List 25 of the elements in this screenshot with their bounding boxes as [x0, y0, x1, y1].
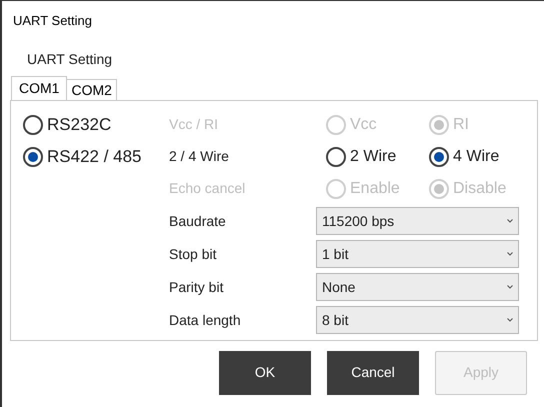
chevron-down-icon	[507, 252, 513, 256]
radio-option[interactable]: 4 Wire	[429, 144, 500, 168]
group-label: UART Setting	[27, 50, 112, 69]
dropdown[interactable]: 115200 bps	[316, 207, 519, 235]
field-label: Echo cancel	[169, 179, 246, 198]
dialog-button[interactable]: Cancel	[327, 350, 419, 394]
window-title: UART Setting	[13, 12, 92, 30]
dropdown[interactable]: None	[316, 273, 519, 301]
dropdown[interactable]: 1 bit	[316, 240, 519, 268]
dropdown[interactable]: 8 bit	[316, 306, 519, 334]
field-label: Baudrate	[169, 212, 227, 230]
radio-option[interactable]: RS422 / 485	[23, 144, 142, 170]
dialog-button[interactable]: OK	[219, 350, 311, 394]
chevron-down-icon	[507, 285, 513, 289]
field-label: Parity bit	[169, 278, 224, 297]
field-label: Stop bit	[169, 244, 218, 264]
chevron-down-icon	[507, 318, 513, 322]
radio-option[interactable]: 2 Wire	[326, 144, 396, 168]
tab[interactable]: COM2	[67, 78, 117, 100]
field-label: Vcc / RI	[169, 115, 220, 134]
field-label: Data length	[169, 310, 242, 330]
chevron-down-icon	[507, 219, 513, 223]
tab[interactable]: COM1	[11, 76, 68, 100]
field-label: 2 / 4 Wire	[169, 147, 230, 166]
radio-option[interactable]: RS232C	[23, 112, 112, 138]
